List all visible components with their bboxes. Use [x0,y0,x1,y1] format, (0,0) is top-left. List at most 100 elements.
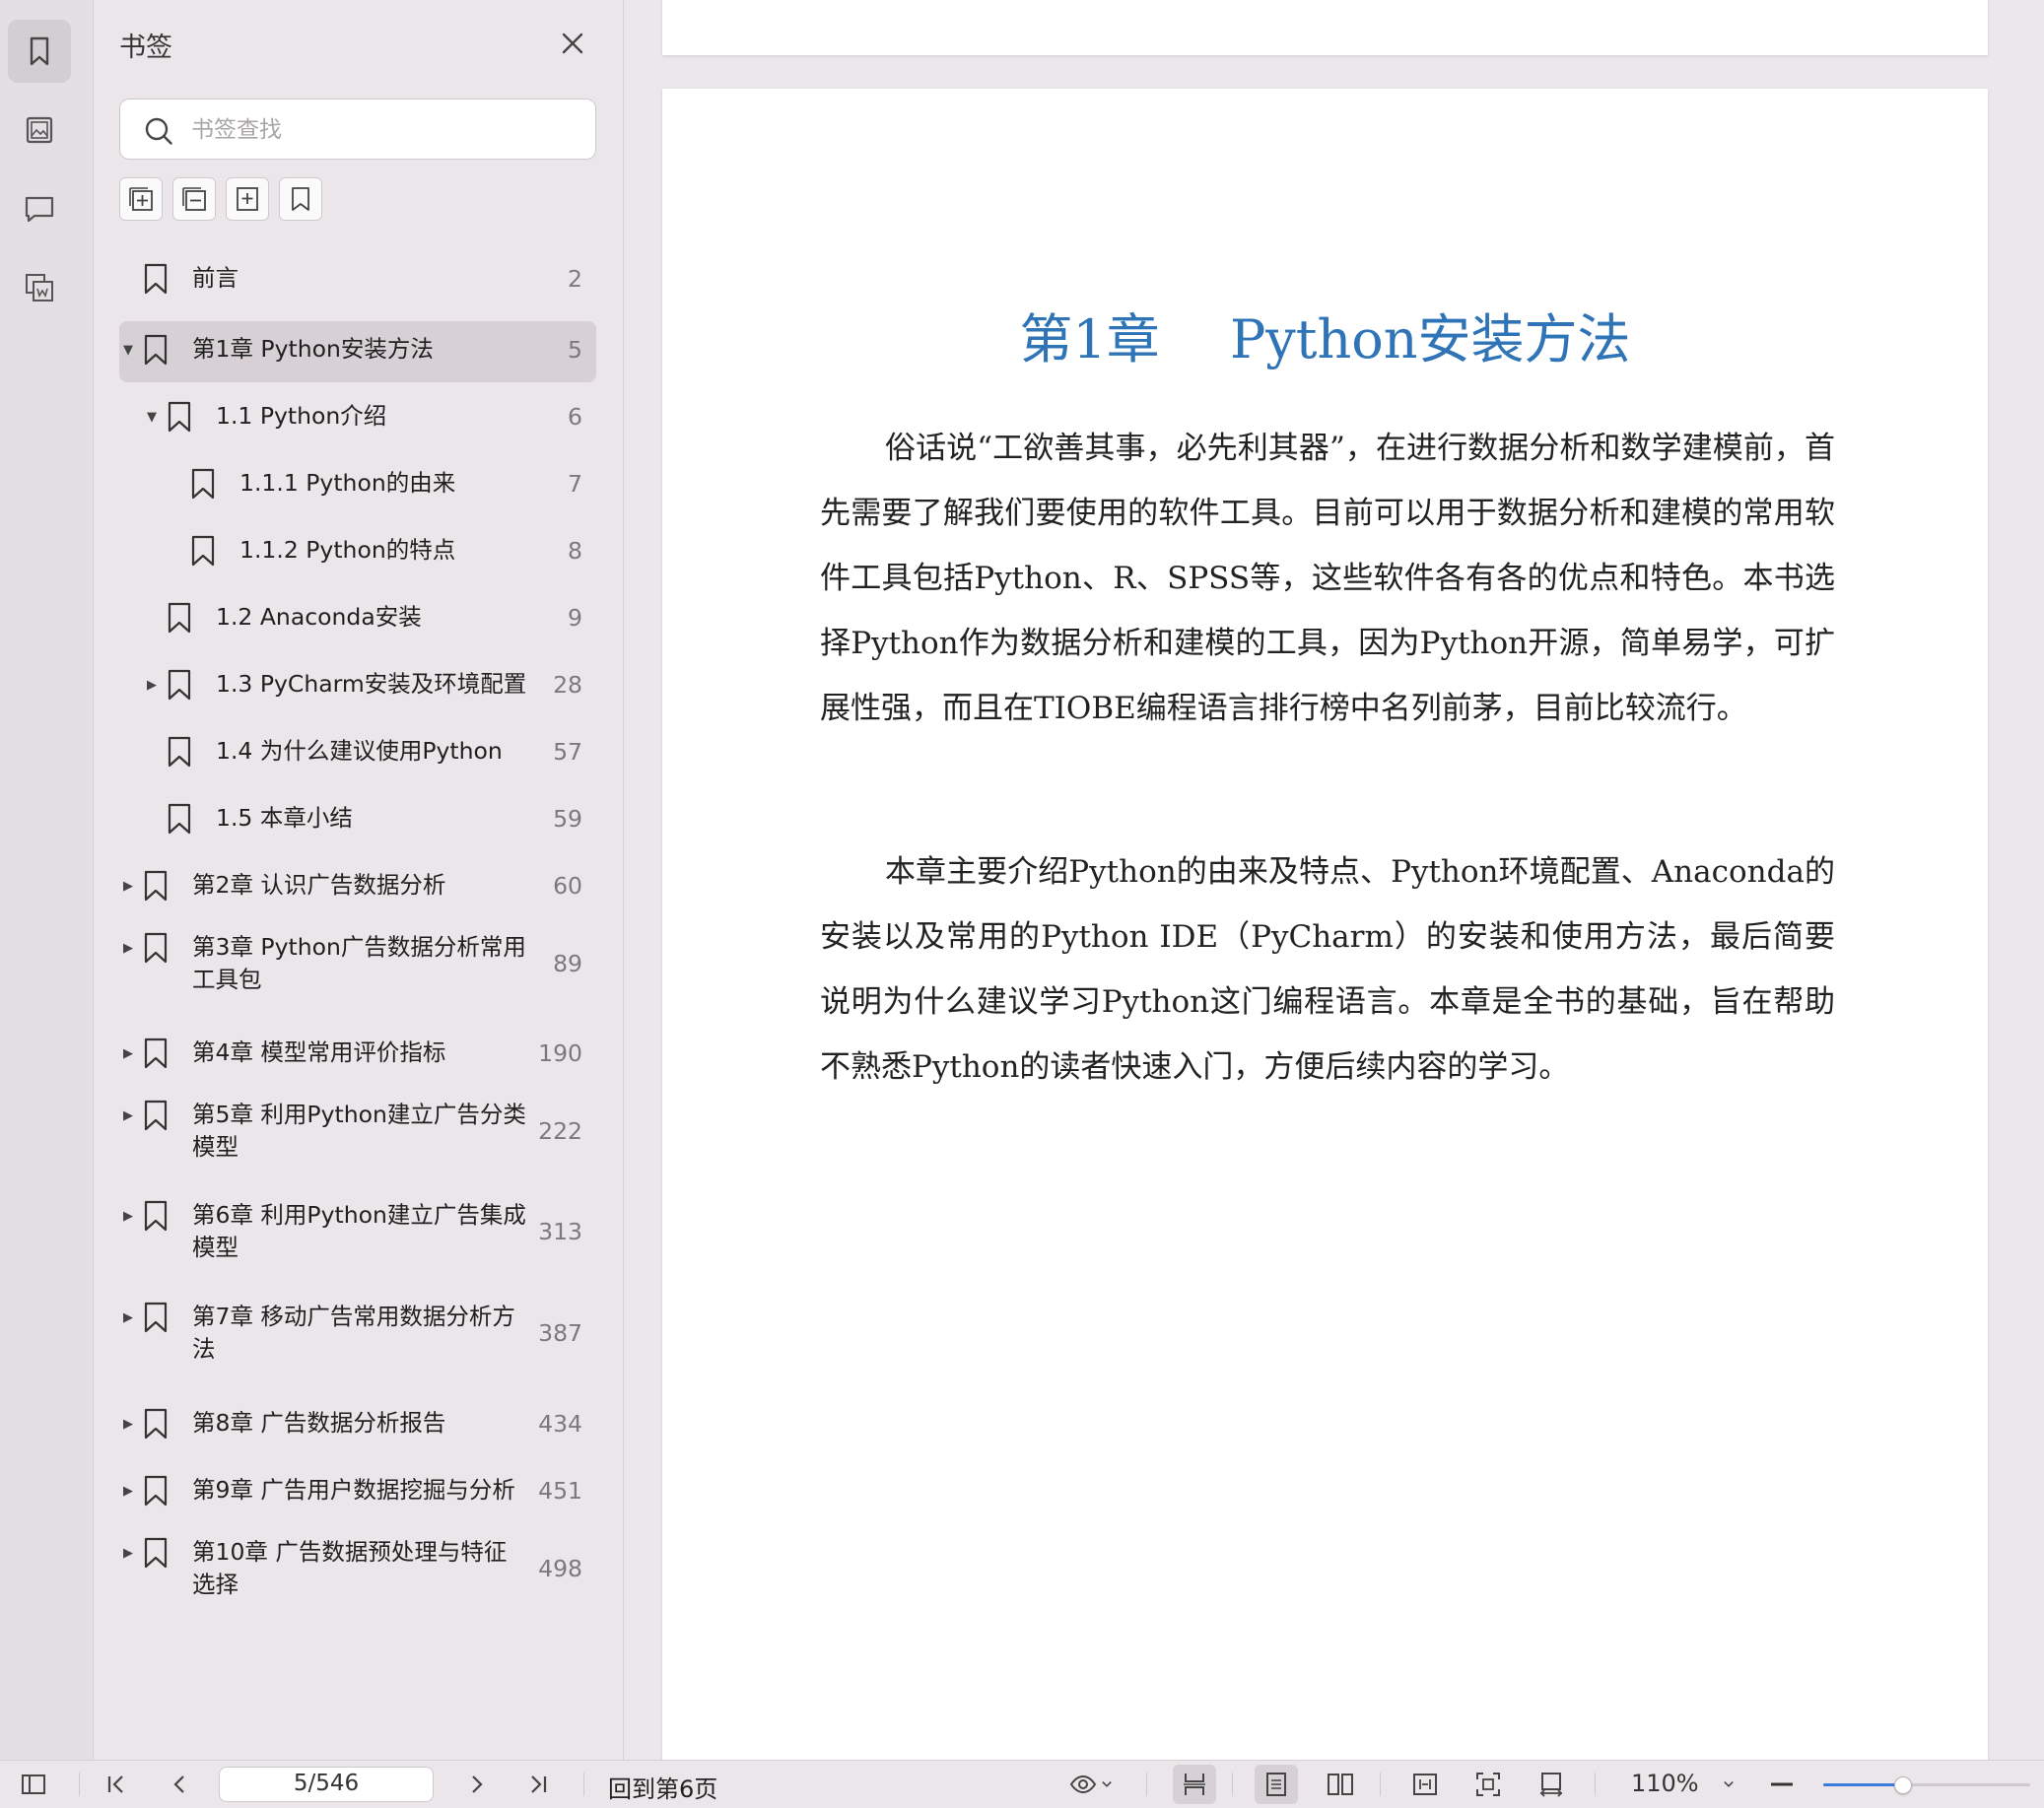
divider [1232,1773,1233,1796]
bookmark-row[interactable]: ▼ 第1章 Python安装方法 5 [119,321,596,382]
zoom-slider-handle[interactable] [1893,1776,1912,1794]
first-page-button[interactable] [99,1769,134,1800]
bookmark-row[interactable]: ▶ 第7章 移动广告常用数据分析方法 387 [119,1294,596,1376]
caret-right-icon[interactable]: ▶ [123,1547,137,1561]
expand-all-button[interactable] [119,177,163,221]
divider [583,1773,584,1796]
document-page: 第1章 Python安装方法 俗话说“工欲善其事，必先利其器”，在进行数据分析和… [662,89,1988,1764]
bookmark-button[interactable] [279,177,322,221]
bookmark-toolbar [119,177,322,221]
view-mode-dropdown[interactable] [1062,1769,1122,1800]
double-page-icon [1328,1774,1353,1795]
bookmark-row[interactable]: ▶ 第2章 认识广告数据分析 60 [119,857,596,916]
bookmark-label: 第3章 Python广告数据分析常用工具包 [192,933,526,993]
bookmark-icon [144,932,168,964]
caret-down-icon[interactable]: ▼ [147,411,161,425]
caret-right-icon[interactable]: ▶ [123,1047,137,1061]
bookmark-page-number: 60 [553,872,582,900]
chapter-title: 第1章 Python安装方法 [1019,308,1631,370]
bookmark-row[interactable]: 1.5 本章小结 59 [119,790,596,849]
bookmark-row[interactable]: ▶ 1.3 PyCharm安装及环境配置 28 [119,656,596,715]
bookmark-icon [168,602,191,634]
continuous-scroll-icon [1184,1774,1205,1795]
caret-right-icon[interactable]: ▶ [123,1210,137,1224]
fit-width-icon [1413,1774,1437,1795]
fit-page-button[interactable] [1466,1769,1510,1800]
zoom-level[interactable]: 110% [1631,1770,1699,1797]
bookmark-page-number: 387 [538,1319,582,1347]
caret-right-icon[interactable]: ▶ [123,1311,137,1325]
close-icon[interactable] [557,28,588,59]
bookmark-label: 1.4 为什么建议使用Python [216,737,503,765]
rotate-button[interactable] [1530,1769,1573,1800]
bookmark-label: 第4章 模型常用评价指标 [192,1038,446,1066]
bookmark-row[interactable]: 1.1.1 Python的由来 7 [119,455,596,514]
bookmark-row[interactable]: 前言 2 [119,250,596,309]
bookmark-page-number: 7 [568,470,582,498]
caret-down-icon[interactable]: ▼ [123,344,137,358]
continuous-scroll-button[interactable] [1173,1765,1216,1804]
add-bookmark-icon [237,187,258,211]
bookmark-icon [168,736,191,768]
search-icon [145,117,172,145]
bookmark-page-number: 28 [553,671,582,699]
goto-page-link[interactable]: 回到第6页 [608,1770,717,1804]
bookmark-icon [30,36,49,66]
bookmark-page-number: 190 [538,1039,582,1067]
comment-icon [25,196,54,223]
caret-right-icon[interactable]: ▶ [123,1485,137,1499]
annotation-panel-button[interactable] [8,177,71,240]
fit-width-button[interactable] [1403,1769,1447,1800]
add-bookmark-button[interactable] [226,177,269,221]
left-icon-rail [0,0,94,1760]
bookmark-page-number: 451 [538,1477,582,1505]
collapse-all-button[interactable] [172,177,216,221]
bookmark-icon [144,1537,168,1569]
double-page-button[interactable] [1319,1769,1362,1800]
bookmark-page-number: 5 [568,336,582,364]
bookmark-icon [168,669,191,701]
image-icon [26,116,53,144]
toggle-sidebar-button[interactable] [14,1769,53,1800]
zoom-slider[interactable] [1823,1776,2030,1794]
thumbnail-panel-button[interactable] [8,99,71,162]
caret-right-icon[interactable]: ▶ [147,679,161,693]
first-page-icon [107,1775,123,1793]
previous-page-button[interactable] [162,1769,197,1800]
bookmark-row[interactable]: 1.1.2 Python的特点 8 [119,522,596,581]
bookmark-row[interactable]: ▶ 第4章 模型常用评价指标 190 [119,1025,596,1084]
caret-right-icon[interactable]: ▶ [123,1418,137,1432]
panel-title: 书签 [119,33,172,63]
bookmark-row[interactable]: ▶ 第8章 广告数据分析报告 434 [119,1395,596,1454]
page-number-field[interactable]: 5/546 [219,1767,434,1802]
bookmark-row[interactable]: 1.4 为什么建议使用Python 57 [119,723,596,782]
caret-right-icon[interactable]: ▶ [123,880,137,894]
body-paragraph: 俗话说“工欲善其事，必先利其器”，在进行数据分析和数学建模前，首先需要了解我们要… [820,431,1835,726]
bookmark-row[interactable]: ▶ 第5章 利用Python建立广告分类模型 222 [119,1092,596,1174]
bookmark-label: 前言 [192,264,238,292]
caret-right-icon[interactable]: ▶ [123,1109,137,1123]
bookmark-row[interactable]: ▶ 第6章 利用Python建立广告集成模型 313 [119,1192,596,1275]
last-page-button[interactable] [520,1769,556,1800]
bookmark-icon [144,263,168,295]
next-page-button[interactable] [459,1769,495,1800]
bookmark-row[interactable]: ▼ 1.1 Python介绍 6 [119,388,596,447]
bookmark-row[interactable]: ▶ 第10章 广告数据预处理与特征选择 498 [119,1529,596,1612]
bookmark-label: 1.1.2 Python的特点 [239,536,456,564]
bookmark-icon [144,1038,168,1069]
attachment-panel-button[interactable] [8,256,71,319]
collapse-all-icon [182,187,206,211]
bookmark-row[interactable]: 1.2 Anaconda安装 9 [119,589,596,648]
single-page-button[interactable] [1255,1765,1298,1804]
caret-right-icon[interactable]: ▶ [123,942,137,956]
bookmark-search-input[interactable] [189,107,578,153]
zoom-out-button[interactable] [1766,1769,1798,1800]
bookmark-row[interactable]: ▶ 第9章 广告用户数据挖掘与分析 451 [119,1462,596,1521]
bookmark-icon [144,1408,168,1440]
zoom-dropdown-button[interactable] [1715,1769,1742,1800]
bookmark-icon [144,1475,168,1507]
bookmark-panel-button[interactable] [8,20,71,83]
bookmark-label: 第2章 认识广告数据分析 [192,871,446,899]
bookmark-label: 1.2 Anaconda安装 [216,603,422,631]
bookmark-row[interactable]: ▶ 第3章 Python广告数据分析常用工具包 89 [119,924,596,1007]
